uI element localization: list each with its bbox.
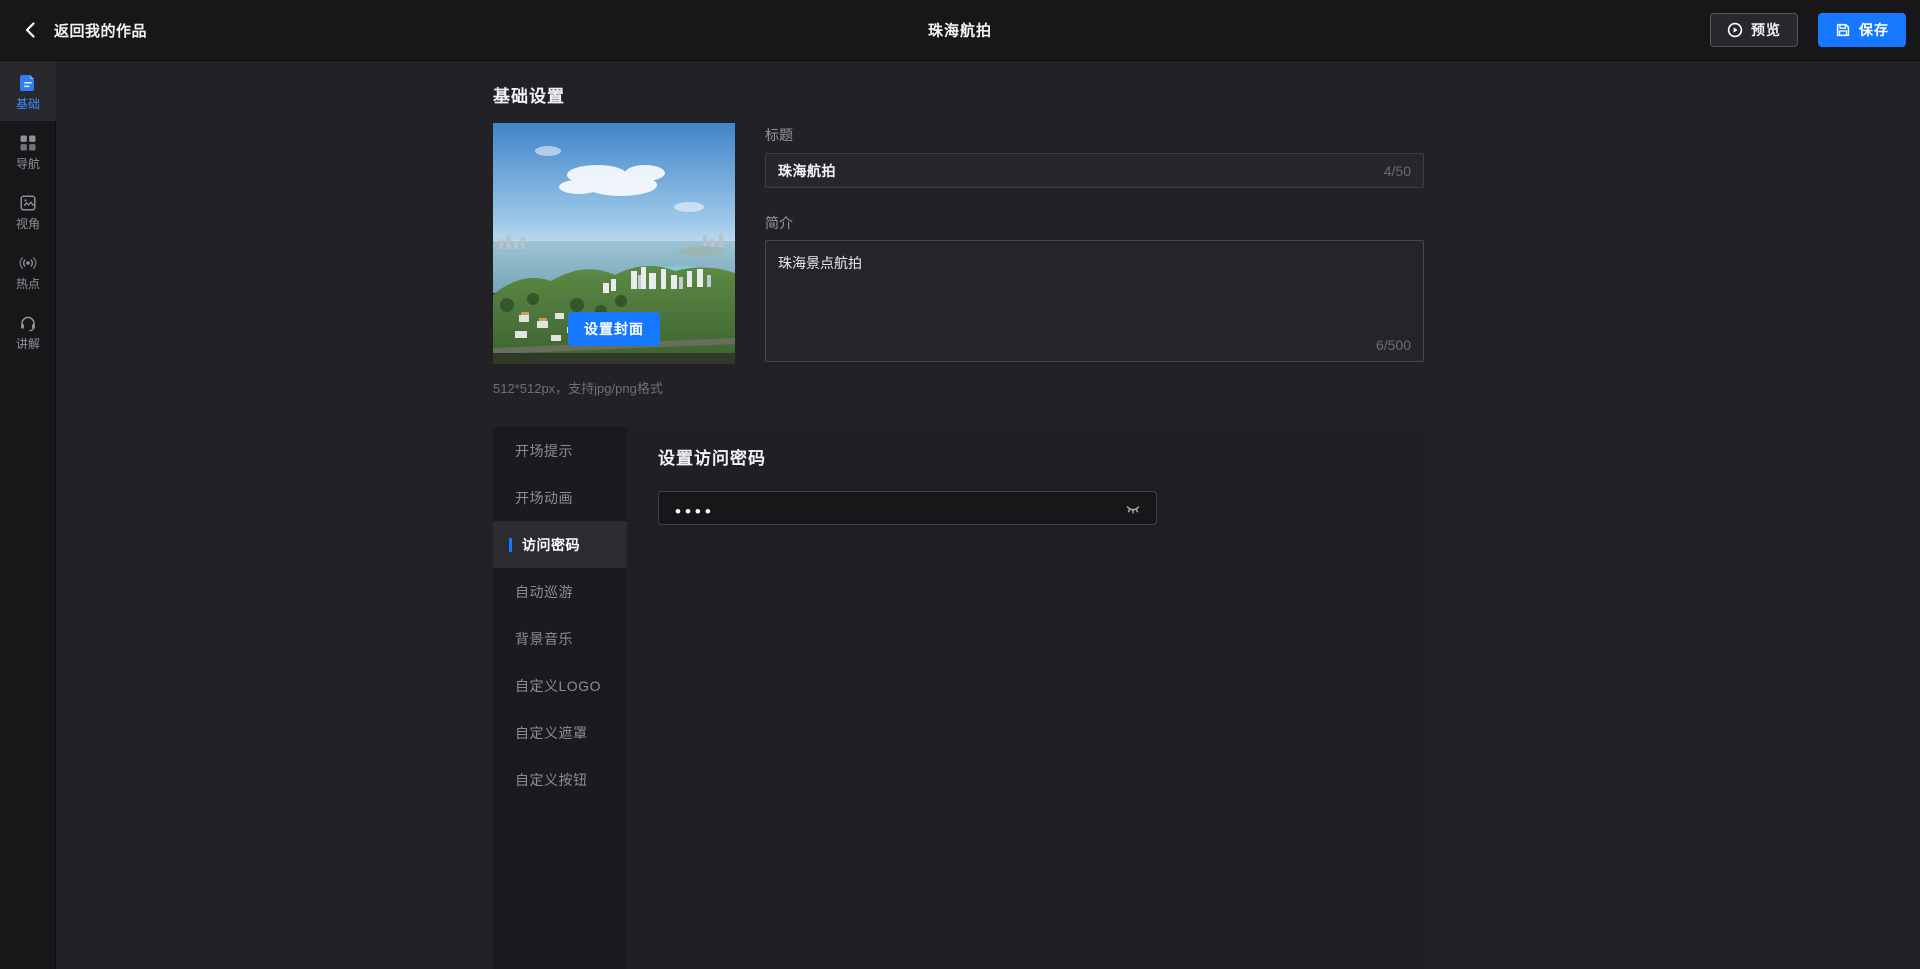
set-cover-button[interactable]: 设置封面 — [568, 312, 660, 346]
hotspot-broadcast-icon — [18, 253, 38, 273]
sidebar-item-label: 视角 — [16, 218, 40, 230]
document-icon — [18, 73, 38, 93]
sidebar-item-hotspot[interactable]: 热点 — [0, 241, 56, 301]
page-title: 珠海航拍 — [928, 20, 992, 41]
intro-textarea-value: 珠海景点航拍 — [778, 255, 862, 271]
sidebar-item-viewpoint[interactable]: 视角 — [0, 181, 56, 241]
tab-custom-button[interactable]: 自定义按钮 — [493, 756, 627, 803]
sidebar-item-label: 基础 — [16, 98, 40, 110]
sidebar-item-navigation[interactable]: 导航 — [0, 121, 56, 181]
cover-hint: 512*512px，支持jpg/png格式 — [493, 378, 663, 397]
eye-closed-icon[interactable] — [1124, 499, 1142, 517]
settings-tab-list: 开场提示 开场动画 访问密码 自动巡游 背景音乐 自定义LOGO 自定义遮罩 自… — [493, 427, 627, 969]
headset-icon — [18, 313, 38, 333]
preview-label: 预览 — [1751, 20, 1781, 40]
sidebar-item-narration[interactable]: 讲解 — [0, 301, 56, 361]
section-title: 基础设置 — [493, 82, 565, 107]
viewpoint-icon — [18, 193, 38, 213]
back-label: 返回我的作品 — [54, 20, 147, 41]
play-circle-icon — [1727, 22, 1743, 38]
sidebar-item-label: 讲解 — [16, 338, 40, 350]
sidebar-item-basic[interactable]: 基础 — [0, 61, 56, 121]
intro-char-counter: 6/500 — [1376, 337, 1411, 353]
preview-button[interactable]: 预览 — [1710, 13, 1798, 47]
tab-access-password[interactable]: 访问密码 — [493, 521, 627, 568]
tab-custom-logo[interactable]: 自定义LOGO — [493, 662, 627, 709]
password-panel-heading: 设置访问密码 — [658, 444, 766, 469]
intro-textarea[interactable]: 珠海景点航拍 6/500 — [765, 240, 1424, 362]
password-masked-value: •••• — [675, 497, 715, 520]
tab-opening-tip[interactable]: 开场提示 — [493, 427, 627, 474]
save-button[interactable]: 保存 — [1818, 13, 1906, 47]
app-root: 返回我的作品 珠海航拍 预览 保存 — [0, 0, 1920, 969]
save-label: 保存 — [1859, 20, 1889, 40]
floppy-save-icon — [1835, 22, 1851, 38]
tab-auto-tour[interactable]: 自动巡游 — [493, 568, 627, 615]
access-password-panel: 设置访问密码 •••• — [627, 427, 1426, 969]
title-input[interactable]: 珠海航拍 4/50 — [765, 153, 1424, 188]
title-input-value: 珠海航拍 — [778, 161, 836, 181]
grid-icon — [18, 133, 38, 153]
sidebar-item-label: 热点 — [16, 278, 40, 290]
tab-opening-animation[interactable]: 开场动画 — [493, 474, 627, 521]
sidebar: 基础 导航 视角 热点 — [0, 61, 56, 969]
chevron-left-icon — [22, 21, 40, 39]
back-button[interactable]: 返回我的作品 — [0, 20, 147, 41]
topbar: 返回我的作品 珠海航拍 预览 保存 — [0, 0, 1920, 61]
title-field-label: 标题 — [765, 125, 793, 145]
title-char-counter: 4/50 — [1384, 163, 1411, 179]
password-input[interactable]: •••• — [658, 491, 1157, 525]
cover-image[interactable]: 设置封面 — [493, 123, 735, 364]
main-content: 基础设置 — [56, 61, 1920, 969]
intro-field-label: 简介 — [765, 213, 793, 233]
topbar-actions: 预览 保存 — [1710, 13, 1920, 47]
tab-custom-mask[interactable]: 自定义遮罩 — [493, 709, 627, 756]
sidebar-item-label: 导航 — [16, 158, 40, 170]
tab-background-music[interactable]: 背景音乐 — [493, 615, 627, 662]
